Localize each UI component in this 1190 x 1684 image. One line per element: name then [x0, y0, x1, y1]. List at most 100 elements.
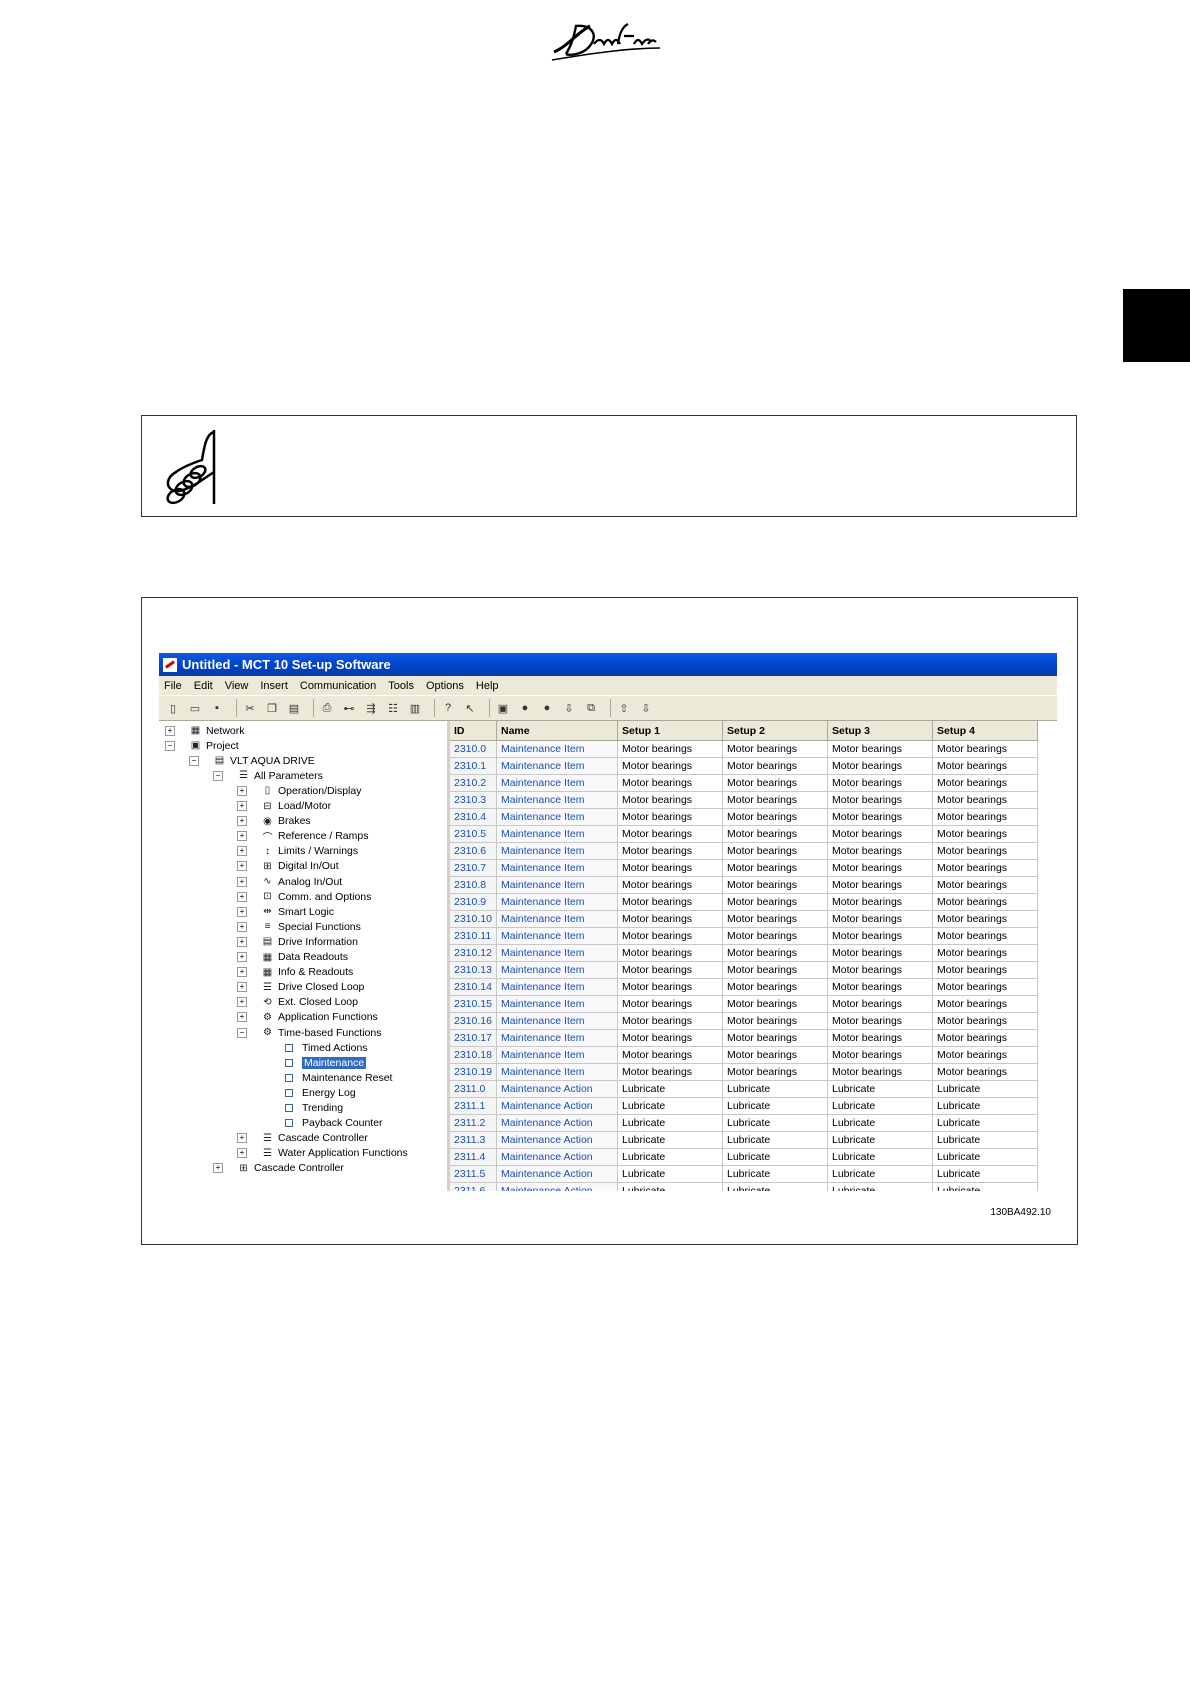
cell-setup[interactable]: Motor bearings [932, 859, 1038, 877]
cell-setup[interactable]: Motor bearings [617, 893, 723, 911]
cell-name[interactable]: Maintenance Item [496, 910, 618, 928]
cell-setup[interactable]: Motor bearings [932, 927, 1038, 945]
cell-setup[interactable]: Lubricate [827, 1165, 933, 1183]
cell-setup[interactable]: Motor bearings [932, 791, 1038, 809]
cell-setup[interactable]: Lubricate [932, 1165, 1038, 1183]
cell-setup[interactable]: Lubricate [827, 1097, 933, 1115]
expand-icon[interactable]: + [237, 952, 247, 962]
cell-setup[interactable]: Motor bearings [827, 1012, 933, 1030]
up-arrow-icon[interactable]: ⇧ [616, 700, 632, 716]
cell-setup[interactable]: Motor bearings [827, 978, 933, 996]
menu-insert[interactable]: Insert [260, 680, 288, 692]
table-row[interactable]: 2311.0 Maintenance Action Lubricate Lubrica… [450, 1080, 1038, 1098]
cell-id[interactable]: 2311.2 [450, 1114, 497, 1132]
cell-setup[interactable]: Motor bearings [932, 1029, 1038, 1047]
cell-setup[interactable]: Lubricate [827, 1080, 933, 1098]
download-icon[interactable]: ⇩ [561, 700, 577, 716]
cell-id[interactable]: 2310.19 [450, 1063, 497, 1081]
cell-name[interactable]: Maintenance Item [496, 876, 618, 894]
table-row[interactable]: 2311.1 Maintenance Action Lubricate Lubrica… [450, 1097, 1038, 1115]
table-row[interactable]: 2310.7 Maintenance Item Motor bearings Moto… [450, 859, 1038, 877]
tree-item[interactable]: + ∿ Analog In/Out [237, 874, 342, 889]
whatsthis-icon[interactable]: ↖ [462, 700, 478, 716]
tree-item[interactable]: − ☰ All Parameters [213, 768, 323, 783]
tree-item[interactable]: + ▤ Drive Information [237, 934, 358, 949]
tree-item[interactable]: Maintenance Reset [261, 1070, 392, 1085]
cell-name[interactable]: Maintenance Action [496, 1148, 618, 1166]
table-row[interactable]: 2310.19 Maintenance Item Motor bearings Mot… [450, 1063, 1038, 1081]
cell-id[interactable]: 2310.7 [450, 859, 497, 877]
table-row[interactable]: 2310.12 Maintenance Item Motor bearings Mot… [450, 944, 1038, 962]
cell-setup[interactable]: Motor bearings [932, 825, 1038, 843]
cell-setup[interactable]: Motor bearings [722, 876, 828, 894]
expand-icon[interactable]: + [165, 725, 175, 736]
cell-name[interactable]: Maintenance Action [496, 1131, 618, 1149]
cell-setup[interactable]: Motor bearings [722, 774, 828, 792]
cell-setup[interactable]: Motor bearings [722, 1063, 828, 1081]
cell-setup[interactable]: Lubricate [617, 1182, 723, 1191]
table-row[interactable]: 2310.13 Maintenance Item Motor bearings Mot… [450, 961, 1038, 979]
table-row[interactable]: 2311.4 Maintenance Action Lubricate Lubrica… [450, 1148, 1038, 1166]
tree-item[interactable]: + ↕ Limits / Warnings [237, 844, 358, 859]
expand-icon[interactable]: + [237, 1148, 247, 1159]
table-row[interactable]: 2310.8 Maintenance Item Motor bearings Moto… [450, 876, 1038, 894]
expand-icon[interactable]: + [237, 997, 247, 1008]
cell-id[interactable]: 2310.3 [450, 791, 497, 809]
cell-id[interactable]: 2310.12 [450, 944, 497, 962]
project-tree[interactable]: + ▦ Network − ▣ Project − ▤ VLT AQUA DRIVE − ☰ All … [159, 721, 450, 1191]
cell-name[interactable]: Maintenance Action [496, 1165, 618, 1183]
cell-setup[interactable]: Lubricate [722, 1148, 828, 1166]
table-row[interactable]: 2310.18 Maintenance Item Motor bearings Mot… [450, 1046, 1038, 1064]
cell-setup[interactable]: Motor bearings [827, 774, 933, 792]
table-row[interactable]: 2310.4 Maintenance Item Motor bearings Moto… [450, 808, 1038, 826]
menu-file[interactable]: File [164, 680, 182, 692]
cell-setup[interactable]: Motor bearings [932, 961, 1038, 979]
cell-setup[interactable]: Lubricate [722, 1097, 828, 1115]
expand-icon[interactable]: + [213, 1163, 223, 1174]
table-row[interactable]: 2310.10 Maintenance Item Motor bearings Mot… [450, 910, 1038, 928]
cell-setup[interactable]: Lubricate [722, 1080, 828, 1098]
cell-setup[interactable]: Lubricate [827, 1148, 933, 1166]
cell-name[interactable]: Maintenance Item [496, 995, 618, 1013]
cell-setup[interactable]: Motor bearings [932, 757, 1038, 775]
collapse-icon[interactable]: − [165, 740, 175, 751]
cell-setup[interactable]: Motor bearings [932, 876, 1038, 894]
table-row[interactable]: 2310.9 Maintenance Item Motor bearings Moto… [450, 893, 1038, 911]
paste-icon[interactable]: ▤ [286, 700, 302, 716]
menu-communication[interactable]: Communication [300, 680, 376, 692]
table-row[interactable]: 2310.0 Maintenance Item Motor bearings Moto… [450, 740, 1038, 758]
tree-item[interactable]: − ▤ VLT AQUA DRIVE [189, 753, 315, 768]
cell-setup[interactable]: Lubricate [617, 1148, 723, 1166]
cell-name[interactable]: Maintenance Item [496, 774, 618, 792]
cell-setup[interactable]: Motor bearings [827, 757, 933, 775]
collapse-icon[interactable]: − [237, 1027, 247, 1038]
cell-setup[interactable]: Motor bearings [932, 1063, 1038, 1081]
cell-id[interactable]: 2311.1 [450, 1097, 497, 1115]
table-row[interactable]: 2310.5 Maintenance Item Motor bearings Moto… [450, 825, 1038, 843]
cell-setup[interactable]: Motor bearings [827, 791, 933, 809]
expand-icon[interactable]: + [237, 921, 247, 932]
cell-setup[interactable]: Lubricate [932, 1080, 1038, 1098]
tree-item[interactable]: + ▦ Data Readouts [237, 950, 348, 965]
cell-setup[interactable]: Motor bearings [827, 893, 933, 911]
window-titlebar[interactable]: Untitled - MCT 10 Set-up Software [159, 653, 1057, 676]
cell-setup[interactable]: Motor bearings [617, 927, 723, 945]
cell-name[interactable]: Maintenance Item [496, 1012, 618, 1030]
table-row[interactable]: 2310.16 Maintenance Item Motor bearings Mot… [450, 1012, 1038, 1030]
menu-tools[interactable]: Tools [388, 680, 414, 692]
cell-setup[interactable]: Lubricate [722, 1182, 828, 1191]
drive-icon[interactable]: ▣ [495, 700, 511, 716]
cell-setup[interactable]: Motor bearings [827, 859, 933, 877]
expand-icon[interactable]: + [237, 1133, 247, 1144]
cell-setup[interactable]: Lubricate [932, 1182, 1038, 1191]
tree-item[interactable]: + ⚙ Application Functions [237, 1010, 378, 1025]
copy-icon[interactable]: ❐ [264, 700, 280, 716]
cell-setup[interactable]: Motor bearings [827, 842, 933, 860]
tree-item[interactable]: Energy Log [261, 1085, 356, 1100]
cell-setup[interactable]: Motor bearings [722, 1029, 828, 1047]
save-icon[interactable]: ▪ [209, 700, 225, 716]
cell-setup[interactable]: Motor bearings [722, 961, 828, 979]
cell-setup[interactable]: Motor bearings [617, 1046, 723, 1064]
cell-setup[interactable]: Motor bearings [827, 740, 933, 758]
cell-name[interactable]: Maintenance Item [496, 859, 618, 877]
